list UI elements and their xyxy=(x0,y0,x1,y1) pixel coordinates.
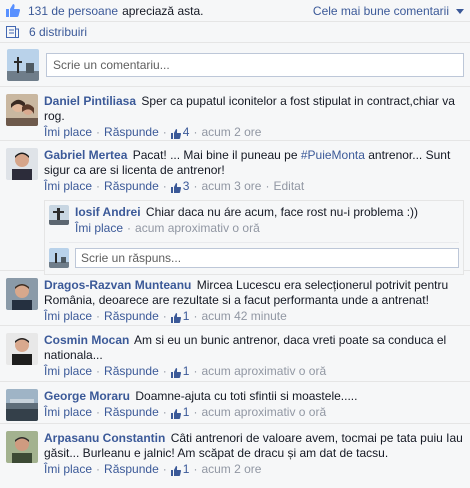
comment-timestamp[interactable]: acum aproximativ o oră xyxy=(201,405,326,420)
comments-panel: 131 de persoane apreciază asta. Cele mai… xyxy=(0,0,470,488)
comment-actions: Îmi place · Răspunde · 1 · acum 42 minut… xyxy=(44,309,287,324)
reply-timestamp[interactable]: acum aproximativ o oră xyxy=(135,221,260,236)
chevron-down-icon xyxy=(456,9,464,14)
comment-actions: Îmi place · Răspunde · 1 · acum aproxima… xyxy=(44,405,327,420)
reply-author[interactable]: Iosif Andrei xyxy=(75,205,141,219)
comment-like-count[interactable]: 1 xyxy=(170,364,189,379)
comment-item: Daniel Pintiliasa Sper ca pupatul iconit… xyxy=(0,87,470,141)
reply-item: Iosif Andrei Chiar daca nu áre acum, fac… xyxy=(49,205,459,243)
like-button[interactable]: Îmi place xyxy=(44,462,92,477)
share-icon xyxy=(6,26,19,38)
comment-author[interactable]: George Moraru xyxy=(44,389,130,403)
comment-text: Pacat! ... Mai bine il puneau pe xyxy=(132,148,298,162)
avatar xyxy=(7,48,39,81)
comment-author[interactable]: Dragos-Razvan Munteanu xyxy=(44,278,191,292)
comment-timestamp[interactable]: acum 2 ore xyxy=(201,462,261,477)
reply-composer xyxy=(49,243,459,268)
replies-container: Iosif Andrei Chiar daca nu áre acum, fac… xyxy=(44,200,464,275)
comment-like-count[interactable]: 3 xyxy=(170,179,189,194)
reply-button[interactable]: Răspunde xyxy=(104,405,159,420)
comment-text: Doamne-ajuta cu toti sfintii si moastele… xyxy=(135,389,358,403)
reply-button[interactable]: Răspunde xyxy=(104,462,159,477)
comment-author[interactable]: Daniel Pintiliasa xyxy=(44,94,136,108)
thumbs-up-icon xyxy=(170,128,181,139)
comment-author[interactable]: Arpasanu Constantin xyxy=(44,431,165,445)
comment-author[interactable]: Cosmin Mocan xyxy=(44,333,129,347)
comment-timestamp[interactable]: acum 42 minute xyxy=(201,309,286,324)
comment-input[interactable] xyxy=(46,52,464,77)
comment-actions: Îmi place · Răspunde · 1 · acum 2 ore xyxy=(44,462,262,477)
avatar xyxy=(49,248,69,268)
avatar xyxy=(6,389,38,421)
shares-link[interactable]: 6 distribuiri xyxy=(29,25,87,39)
avatar xyxy=(6,431,38,463)
likes-summary: 131 de persoane apreciază asta. Cele mai… xyxy=(0,0,470,22)
comment-actions: Îmi place · Răspunde · 3 · acum 3 ore · … xyxy=(44,179,305,194)
comment-item: Gabriel Mertea Pacat! ... Mai bine il pu… xyxy=(0,141,470,275)
sort-dropdown[interactable]: Cele mai bune comentarii xyxy=(313,4,464,18)
avatar xyxy=(6,148,38,180)
thumbs-up-icon xyxy=(170,465,181,476)
comment-composer xyxy=(0,43,470,87)
thumbs-up-icon xyxy=(6,4,20,17)
like-button[interactable]: Îmi place xyxy=(44,405,92,420)
comment-timestamp[interactable]: acum 2 ore xyxy=(201,125,261,140)
comment-timestamp[interactable]: acum 3 ore xyxy=(201,179,261,194)
reply-button[interactable]: Răspunde xyxy=(104,179,159,194)
avatar xyxy=(6,278,38,310)
like-button[interactable]: Îmi place xyxy=(44,179,92,194)
thumbs-up-icon xyxy=(170,408,181,419)
comment-like-count[interactable]: 1 xyxy=(170,309,189,324)
thumbs-up-icon xyxy=(170,312,181,323)
comment-item: Cosmin Mocan Am si eu un bunic antrenor,… xyxy=(0,326,470,382)
comment-item: George Moraru Doamne-ajuta cu toti sfint… xyxy=(0,382,470,424)
like-button[interactable]: Îmi place xyxy=(44,125,92,140)
likes-suffix: apreciază asta. xyxy=(122,3,204,18)
thumbs-up-icon xyxy=(170,182,181,193)
comment-like-count[interactable]: 1 xyxy=(170,405,189,420)
likes-count-link[interactable]: 131 de persoane xyxy=(28,4,118,18)
avatar xyxy=(6,333,38,365)
reply-button[interactable]: Răspunde xyxy=(104,309,159,324)
reply-button[interactable]: Răspunde xyxy=(104,125,159,140)
comment-like-count[interactable]: 4 xyxy=(170,125,189,140)
like-button[interactable]: Îmi place xyxy=(75,221,123,236)
avatar xyxy=(6,94,38,126)
comment-item: Dragos-Razvan Munteanu Mircea Lucescu er… xyxy=(0,271,470,326)
edited-label[interactable]: Editat xyxy=(273,179,304,194)
sort-label: Cele mai bune comentarii xyxy=(312,3,449,18)
like-button[interactable]: Îmi place xyxy=(44,364,92,379)
comment-actions: Îmi place · Răspunde · 4 · acum 2 ore xyxy=(44,125,262,140)
thumbs-up-icon xyxy=(170,367,181,378)
reply-text: Chiar daca nu áre acum, face rost nu-i p… xyxy=(145,205,419,219)
reply-button[interactable]: Răspunde xyxy=(104,364,159,379)
avatar xyxy=(49,205,69,225)
comment-like-count[interactable]: 1 xyxy=(170,462,189,477)
comment-actions: Îmi place · Răspunde · 1 · acum aproxima… xyxy=(44,364,327,379)
like-button[interactable]: Îmi place xyxy=(44,309,92,324)
comment-item: Arpasanu Constantin Câti antrenori de va… xyxy=(0,424,470,483)
hashtag-link[interactable]: #PuieMonta xyxy=(301,148,365,162)
shares-summary: 6 distribuiri xyxy=(0,22,470,43)
comment-timestamp[interactable]: acum aproximativ o oră xyxy=(201,364,326,379)
reply-actions: Îmi place · acum aproximativ o oră xyxy=(75,221,260,236)
reply-input[interactable] xyxy=(75,248,459,268)
comment-author[interactable]: Gabriel Mertea xyxy=(44,148,127,162)
